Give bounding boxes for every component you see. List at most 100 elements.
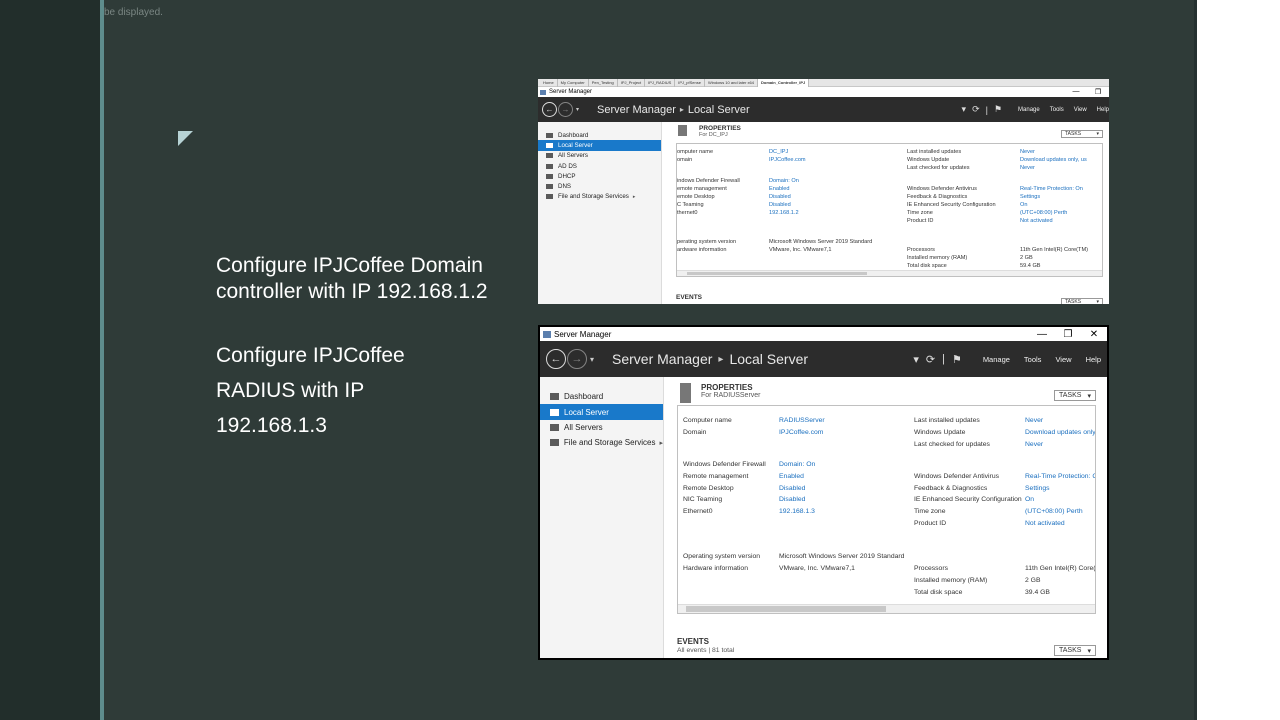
sidebar-item[interactable]: File and Storage Services ▸	[538, 192, 661, 202]
refresh-icon[interactable]: ⟳	[972, 104, 980, 115]
notifications-flag-icon[interactable]: ⚑	[994, 104, 1002, 115]
sidebar-item[interactable]: DHCP	[538, 171, 661, 181]
server-manager-window-radius: Server Manager — ❐ ✕ ← → ▾ Server Manage…	[538, 325, 1109, 660]
sidebar-item-label: Dashboard	[558, 131, 589, 139]
back-arrow-icon[interactable]: ←	[542, 102, 557, 117]
menu-view[interactable]: View	[1074, 107, 1087, 113]
forward-arrow-icon[interactable]: →	[558, 102, 573, 117]
events-tasks-button[interactable]: TASKS ▾	[1061, 298, 1103, 304]
property-value[interactable]: 192.168.1.3	[779, 506, 904, 518]
property-value[interactable]: 192.168.1.2	[769, 209, 872, 217]
server-icon	[550, 408, 559, 416]
property-value[interactable]: (UTC+08:00) Perth	[1025, 506, 1095, 518]
sidebar-item[interactable]: Local Server	[540, 404, 663, 420]
sidebar-item[interactable]: All Servers	[540, 420, 663, 435]
sidebar-item[interactable]: Local Server	[538, 140, 661, 151]
properties-title: PROPERTIES	[699, 125, 741, 132]
property-value[interactable]: Never	[1020, 148, 1088, 156]
notifications-flag-icon[interactable]: ⚑	[952, 353, 962, 366]
property-value[interactable]: Not activated	[1025, 518, 1095, 530]
property-value[interactable]: Never	[1025, 415, 1095, 427]
property-value[interactable]: IPJCoffee.com	[779, 427, 904, 439]
vm-tab[interactable]: IPJ_RADIUS	[645, 79, 676, 87]
property-value[interactable]: VMware, Inc. VMware7,1	[769, 246, 872, 254]
property-value[interactable]: Disabled	[769, 193, 872, 201]
scrollbar-thumb[interactable]	[686, 606, 886, 612]
vm-tab[interactable]: Home	[540, 79, 558, 87]
menu-help[interactable]: Help	[1097, 107, 1109, 113]
horizontal-scrollbar[interactable]	[678, 604, 1095, 613]
tasks-button[interactable]: TASKS ▾	[1054, 390, 1096, 401]
property-value[interactable]: Settings	[1025, 483, 1095, 495]
property-value[interactable]: Enabled	[769, 185, 872, 193]
refresh-icon[interactable]: ⟳	[926, 353, 935, 366]
vm-tab[interactable]: My Computer	[558, 79, 589, 87]
property-value[interactable]: Disabled	[779, 494, 904, 506]
menu-manage[interactable]: Manage	[983, 355, 1010, 364]
sidebar-item[interactable]: Dashboard	[538, 130, 661, 140]
sm-header: ← → ▾ Server Manager ▸ Local Server ▾ ⟳ …	[538, 97, 1109, 122]
property-value[interactable]: (UTC+08:00) Perth	[1020, 209, 1088, 217]
property-label: Product ID	[914, 520, 947, 528]
property-value[interactable]: Domain: On	[779, 459, 904, 471]
property-value[interactable]: 11th Gen Intel(R) Core(	[1025, 563, 1095, 575]
property-value[interactable]: Never	[1025, 439, 1095, 451]
property-value[interactable]: Download updates only	[1025, 427, 1095, 439]
property-value[interactable]: RADIUSServer	[779, 415, 904, 427]
property-value[interactable]: Download updates only, us	[1020, 156, 1088, 164]
minimize-button[interactable]: —	[1029, 329, 1055, 340]
vm-tab[interactable]: Windows 10 and later x64	[705, 79, 758, 87]
property-value[interactable]: 11th Gen Intel(R) Core(TM)	[1020, 246, 1088, 254]
menu-view[interactable]: View	[1055, 355, 1071, 364]
sidebar-item[interactable]: All Servers	[538, 151, 661, 161]
vm-tab[interactable]: IPJ_Project	[618, 79, 646, 87]
property-value[interactable]: 39.4 GB	[1025, 587, 1095, 599]
events-tasks-button[interactable]: TASKS ▾	[1054, 645, 1096, 656]
sidebar-item[interactable]: AD DS	[538, 161, 661, 171]
back-arrow-icon[interactable]: ←	[546, 349, 566, 369]
property-value[interactable]: 59.4 GB	[1020, 262, 1088, 270]
property-value[interactable]: 2 GB	[1020, 254, 1088, 262]
menu-tools[interactable]: Tools	[1024, 355, 1042, 364]
property-value[interactable]: Never	[1020, 164, 1088, 172]
vm-tab[interactable]: IPJ_pfSense	[675, 79, 705, 87]
property-value[interactable]: Real-Time Protection: On	[1020, 185, 1088, 193]
property-value[interactable]: DC_IPJ	[769, 148, 872, 156]
property-value[interactable]: VMware, Inc. VMware7,1	[779, 563, 904, 575]
history-dropdown-icon[interactable]: ▾	[576, 106, 579, 113]
property-value[interactable]: IPJCoffee.com	[769, 156, 872, 164]
horizontal-scrollbar[interactable]	[677, 270, 1102, 276]
close-button[interactable]: ✕	[1081, 329, 1107, 340]
minimize-button[interactable]: —	[1065, 88, 1087, 96]
property-value[interactable]: Domain: On	[769, 177, 872, 185]
property-value[interactable]: Disabled	[779, 483, 904, 495]
menu-help[interactable]: Help	[1086, 355, 1101, 364]
property-value[interactable]: Settings	[1020, 193, 1088, 201]
menu-manage[interactable]: Manage	[1018, 107, 1040, 113]
property-value[interactable]: 2 GB	[1025, 575, 1095, 587]
maximize-button[interactable]: ❐	[1087, 88, 1109, 96]
property-value[interactable]: On	[1020, 201, 1088, 209]
tasks-button[interactable]: TASKS ▾	[1061, 130, 1103, 138]
forward-arrow-icon[interactable]: →	[567, 349, 587, 369]
property-value[interactable]: On	[1025, 494, 1095, 506]
history-dropdown-icon[interactable]: ▾	[590, 355, 594, 364]
expand-arrow-icon[interactable]: ▸	[659, 439, 663, 447]
menu-tools[interactable]: Tools	[1050, 107, 1064, 113]
property-value[interactable]: Disabled	[769, 201, 872, 209]
vm-tab[interactable]: Pen_Testing	[589, 79, 618, 87]
vm-tab[interactable]: Domain_Controller_IPJ	[758, 79, 810, 87]
maximize-button[interactable]: ❐	[1055, 329, 1081, 340]
property-value[interactable]: Microsoft Windows Server 2019 Standard	[769, 238, 872, 246]
property-value[interactable]: Not activated	[1020, 217, 1088, 225]
sidebar-item[interactable]: Dashboard	[540, 389, 663, 404]
dropdown-icon[interactable]: ▾	[913, 353, 919, 366]
sidebar-item[interactable]: DNS	[538, 181, 661, 191]
sidebar-item[interactable]: File and Storage Services ▸	[540, 435, 663, 450]
expand-arrow-icon[interactable]: ▸	[633, 194, 636, 200]
property-value[interactable]: Real-Time Protection: C	[1025, 471, 1095, 483]
scrollbar-thumb[interactable]	[687, 272, 867, 275]
property-value[interactable]: Microsoft Windows Server 2019 Standard	[779, 551, 904, 563]
property-value[interactable]: Enabled	[779, 471, 904, 483]
dropdown-icon[interactable]: ▾	[962, 104, 967, 115]
